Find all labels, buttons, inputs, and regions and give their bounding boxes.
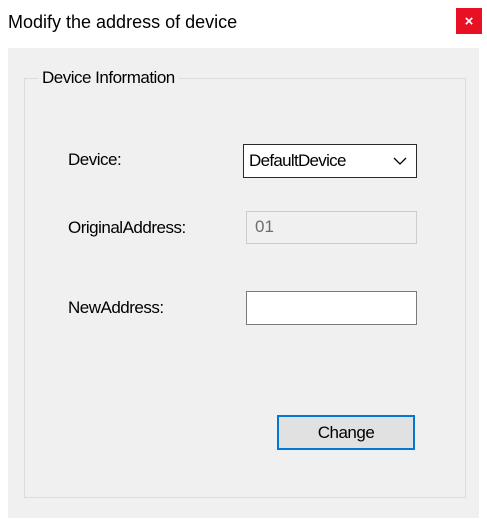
window-title: Modify the address of device	[8, 12, 238, 32]
original-address-label: OriginalAddress:	[68, 218, 186, 237]
chevron-down-icon	[393, 157, 407, 165]
device-label: Device:	[68, 150, 122, 169]
title-bar[interactable]: Modify the address of device ×	[0, 0, 487, 48]
device-dropdown[interactable]: DefaultDevice	[243, 144, 417, 178]
change-button[interactable]: Change	[277, 415, 415, 450]
device-dropdown-value: DefaultDevice	[249, 151, 346, 170]
device-information-group: Device Information Device: DefaultDevice…	[24, 68, 466, 498]
group-legend: Device Information	[38, 68, 179, 88]
original-address-value: 01	[255, 217, 274, 236]
new-address-label: NewAddress:	[68, 298, 164, 317]
dialog-client-area: Device Information Device: DefaultDevice…	[8, 48, 479, 518]
close-button[interactable]: ×	[456, 8, 482, 34]
dialog-window: Modify the address of device × Device In…	[0, 0, 487, 526]
original-address-field: 01	[246, 211, 417, 244]
close-icon: ×	[464, 12, 474, 30]
new-address-input[interactable]	[246, 291, 417, 325]
